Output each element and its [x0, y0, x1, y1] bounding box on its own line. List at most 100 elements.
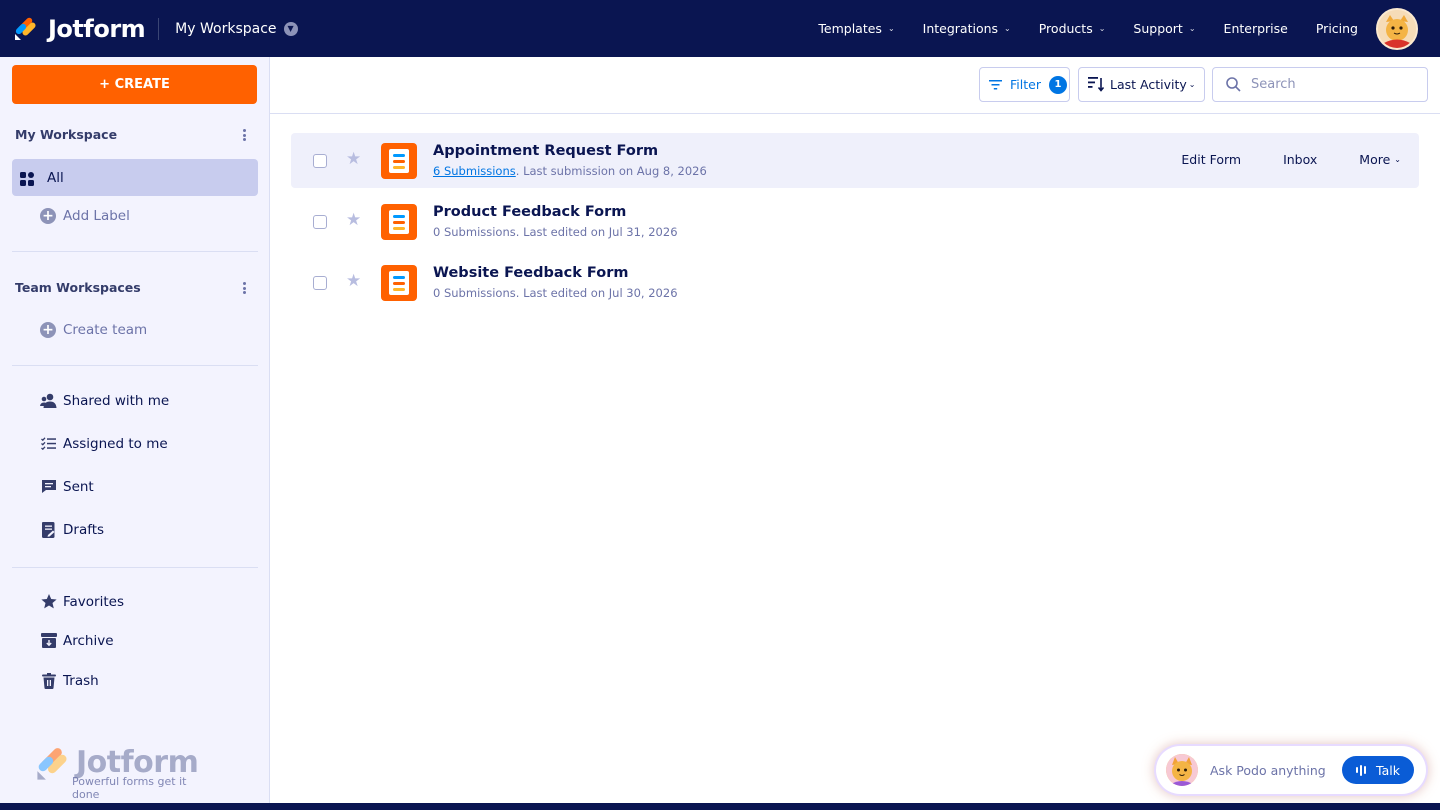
podo-prompt: Ask Podo anything [1210, 762, 1326, 778]
form-title[interactable]: Appointment Request Form [433, 143, 658, 159]
draft-icon [40, 521, 57, 538]
nav-pricing-label: Pricing [1315, 21, 1358, 36]
form-title[interactable]: Product Feedback Form [433, 204, 626, 220]
form-select-checkbox[interactable] [313, 154, 327, 168]
chevron-down-icon: ⌄ [1394, 155, 1401, 164]
sidebar-item-archive[interactable]: Archive [40, 632, 114, 649]
form-row[interactable]: ★ Appointment Request Form 6 Submissions… [291, 133, 1419, 188]
podo-avatar [1166, 754, 1198, 786]
sidebar-item-shared-label: Shared with me [63, 392, 170, 409]
brand[interactable]: Jotform [14, 14, 146, 43]
sidebar-divider [12, 365, 258, 366]
form-meta: 6 Submissions. Last submission on Aug 8,… [433, 164, 707, 178]
top-nav-bar: Jotform My Workspace ▼ Templates ⌄ Integr… [0, 0, 1440, 57]
my-workspace-title: My Workspace [15, 127, 118, 142]
sidebar-item-drafts[interactable]: Drafts [40, 521, 104, 538]
talk-label: Talk [1376, 762, 1400, 778]
sidebar-item-favorites[interactable]: Favorites [40, 593, 124, 610]
brand-divider [158, 17, 160, 40]
sidebar-item-favorites-label: Favorites [63, 593, 124, 610]
form-meta-text: . Last submission on Aug 8, 2026 [515, 164, 707, 178]
nav-enterprise-label: Enterprise [1223, 21, 1288, 36]
form-select-checkbox[interactable] [313, 215, 327, 229]
form-icon [381, 265, 417, 301]
chevron-down-icon: ⌄ [1188, 24, 1196, 33]
sidebar-divider [12, 567, 258, 568]
chevron-down-icon: ⌄ [1098, 24, 1106, 33]
chevron-down-icon: ⌄ [887, 24, 895, 33]
podo-assistant[interactable]: Ask Podo anything Talk [1156, 746, 1426, 794]
sidebar-item-trash-label: Trash [63, 672, 99, 689]
filter-label: Filter [1010, 77, 1041, 92]
filter-count-badge: 1 [1048, 75, 1067, 94]
search-input[interactable] [1251, 77, 1411, 92]
sidebar-item-shared[interactable]: Shared with me [40, 392, 169, 409]
footer-tagline: Powerful forms get it done [72, 775, 187, 801]
workspace-switcher[interactable]: My Workspace ▼ [175, 20, 298, 37]
chevron-down-icon: ⌄ [1004, 24, 1011, 33]
nav-support[interactable]: Support ⌄ [1133, 21, 1195, 36]
form-row[interactable]: ★ Product Feedback Form 0 Submissions. L… [291, 194, 1419, 249]
nav-support-label: Support [1133, 21, 1183, 36]
sort-button[interactable]: Last Activity ⌄ [1078, 67, 1205, 102]
submissions-link[interactable]: 6 Submissions [433, 164, 516, 178]
form-meta: 0 Submissions. Last edited on Jul 31, 20… [433, 225, 678, 239]
nav-pricing[interactable]: Pricing [1316, 21, 1358, 36]
search-icon [1226, 77, 1241, 92]
create-team-button[interactable]: + Create team [40, 322, 147, 338]
nav-products[interactable]: Products ⌄ [1039, 21, 1106, 36]
edit-form-button[interactable]: Edit Form [1181, 152, 1241, 167]
talk-button[interactable]: Talk [1342, 756, 1414, 784]
archive-icon [40, 632, 57, 649]
filter-icon [989, 79, 1002, 90]
my-workspace-more-icon[interactable] [238, 128, 250, 142]
sidebar: + CREATE My Workspace All + Add Label Te… [0, 57, 270, 803]
sidebar-item-sent-label: Sent [63, 478, 94, 495]
more-label: More [1359, 152, 1391, 167]
toolbar: Filter 1 Last Activity ⌄ [270, 57, 1440, 114]
grid-icon [20, 171, 34, 186]
brand-name: Jotform [48, 14, 146, 43]
form-icon [381, 143, 417, 179]
workspace-switcher-label: My Workspace [175, 20, 277, 37]
nav-templates-label: Templates [818, 21, 882, 36]
sidebar-item-assigned-label: Assigned to me [63, 435, 168, 452]
search-box [1212, 67, 1428, 102]
create-button[interactable]: + CREATE [12, 65, 257, 104]
inbox-button[interactable]: Inbox [1283, 152, 1317, 167]
sidebar-item-archive-label: Archive [63, 632, 114, 649]
form-select-checkbox[interactable] [313, 276, 327, 290]
sidebar-item-drafts-label: Drafts [63, 521, 105, 538]
form-meta: 0 Submissions. Last edited on Jul 30, 20… [433, 286, 678, 300]
filter-button[interactable]: Filter 1 [979, 67, 1070, 102]
add-label-button[interactable]: + Add Label [40, 208, 130, 224]
sidebar-item-sent[interactable]: Sent [40, 478, 94, 495]
sidebar-item-all-label: All [47, 169, 64, 186]
user-avatar[interactable] [1376, 7, 1418, 50]
sidebar-item-assigned[interactable]: Assigned to me [40, 435, 168, 452]
form-row[interactable]: ★ Website Feedback Form 0 Submissions. L… [291, 255, 1419, 310]
team-workspaces-title: Team Workspaces [15, 280, 141, 295]
nav-integrations-label: Integrations [922, 21, 999, 36]
message-icon [40, 478, 57, 495]
trash-icon [40, 672, 57, 689]
nav-templates[interactable]: Templates ⌄ [818, 21, 894, 36]
more-button[interactable]: More ⌄ [1359, 152, 1401, 167]
star-icon[interactable]: ★ [346, 271, 361, 291]
sidebar-footer-logo: Jotform Powerful forms get it done [36, 745, 216, 801]
add-label-text: Add Label [63, 208, 130, 224]
form-title[interactable]: Website Feedback Form [433, 265, 628, 281]
voice-bars-icon [1356, 764, 1368, 776]
chevron-down-icon: ⌄ [1188, 80, 1196, 89]
sidebar-item-all[interactable]: All [12, 159, 258, 196]
star-icon[interactable]: ★ [346, 210, 361, 230]
users-icon [40, 392, 57, 409]
jotform-logo-icon [14, 17, 38, 41]
sidebar-item-trash[interactable]: Trash [40, 672, 99, 689]
nav-enterprise[interactable]: Enterprise [1224, 21, 1288, 36]
nav-integrations[interactable]: Integrations ⌄ [923, 21, 1011, 36]
chevron-down-icon: ▼ [283, 21, 298, 36]
star-icon[interactable]: ★ [346, 149, 361, 169]
team-workspaces-more-icon[interactable] [238, 281, 250, 295]
create-team-text: Create team [63, 322, 148, 338]
